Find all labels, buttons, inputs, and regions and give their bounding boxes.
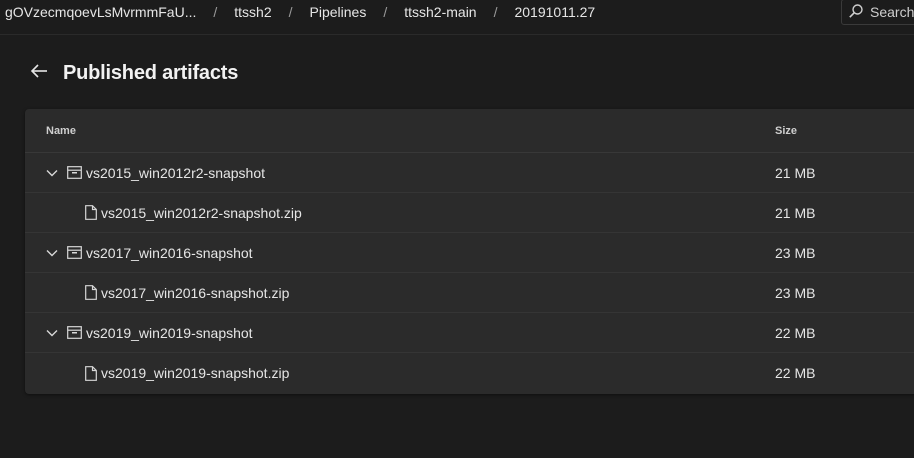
file-size: 21 MB <box>775 204 816 221</box>
table-header: Name Size <box>25 109 914 153</box>
chevron-down-icon[interactable] <box>44 325 60 341</box>
search-label: Search <box>870 4 914 20</box>
file-name[interactable]: vs2015_win2012r2-snapshot.zip <box>101 205 302 221</box>
chevron-down-icon[interactable] <box>44 165 60 181</box>
artifact-name: vs2019_win2019-snapshot <box>86 324 253 341</box>
breadcrumb-item-organization[interactable]: gOVzecmqoevLsMvrmmFaU... <box>5 4 196 20</box>
file-icon <box>83 365 99 381</box>
breadcrumb-separator: / <box>383 4 388 20</box>
chevron-down-icon[interactable] <box>44 245 60 261</box>
file-size: 23 MB <box>775 284 816 301</box>
artifact-name: vs2015_win2012r2-snapshot <box>86 164 266 181</box>
breadcrumb-item-run[interactable]: 20191011.27 <box>514 4 595 20</box>
breadcrumb-separator: / <box>493 4 498 20</box>
back-button[interactable] <box>28 63 50 85</box>
artifact-size: 23 MB <box>775 244 816 261</box>
breadcrumb-separator: / <box>288 4 293 20</box>
breadcrumb-item-pipeline[interactable]: ttssh2-main <box>404 4 476 20</box>
search-icon <box>848 3 864 22</box>
file-name[interactable]: vs2019_win2019-snapshot.zip <box>101 365 289 381</box>
page-title: Published artifacts <box>63 62 239 84</box>
file-icon <box>83 285 99 301</box>
page-header: Published artifacts <box>28 62 238 85</box>
table-row-file[interactable]: vs2017_win2016-snapshot.zip 23 MB <box>25 273 914 313</box>
file-size: 22 MB <box>775 365 816 381</box>
column-header-name[interactable]: Name <box>25 125 775 137</box>
table-row-artifact[interactable]: vs2019_win2019-snapshot 22 MB <box>25 313 914 353</box>
breadcrumb-separator: / <box>213 4 218 20</box>
artifact-size: 22 MB <box>775 324 816 341</box>
breadcrumb: gOVzecmqoevLsMvrmmFaU... / ttssh2 / Pipe… <box>0 4 595 20</box>
search-box[interactable]: Search <box>841 0 914 25</box>
table-row-file[interactable]: vs2019_win2019-snapshot.zip 22 MB <box>25 353 914 393</box>
breadcrumb-item-pipelines[interactable]: Pipelines <box>310 4 367 20</box>
column-header-size[interactable]: Size <box>775 125 895 137</box>
breadcrumb-item-project[interactable]: ttssh2 <box>234 4 271 20</box>
artifact-package-icon <box>66 245 82 261</box>
artifacts-table: Name Size vs2015_win2012r2-snapshot 21 M… <box>25 109 914 394</box>
artifact-name: vs2017_win2016-snapshot <box>86 244 253 261</box>
file-name[interactable]: vs2017_win2016-snapshot.zip <box>101 285 289 301</box>
table-row-artifact[interactable]: vs2015_win2012r2-snapshot 21 MB <box>25 153 914 193</box>
arrow-left-icon <box>30 63 48 84</box>
file-icon <box>83 205 99 221</box>
top-bar: gOVzecmqoevLsMvrmmFaU... / ttssh2 / Pipe… <box>0 0 914 35</box>
artifact-package-icon <box>66 325 82 341</box>
artifact-size: 21 MB <box>775 164 816 181</box>
table-row-file[interactable]: vs2015_win2012r2-snapshot.zip 21 MB <box>25 193 914 233</box>
artifact-package-icon <box>66 165 82 181</box>
table-row-artifact[interactable]: vs2017_win2016-snapshot 23 MB <box>25 233 914 273</box>
